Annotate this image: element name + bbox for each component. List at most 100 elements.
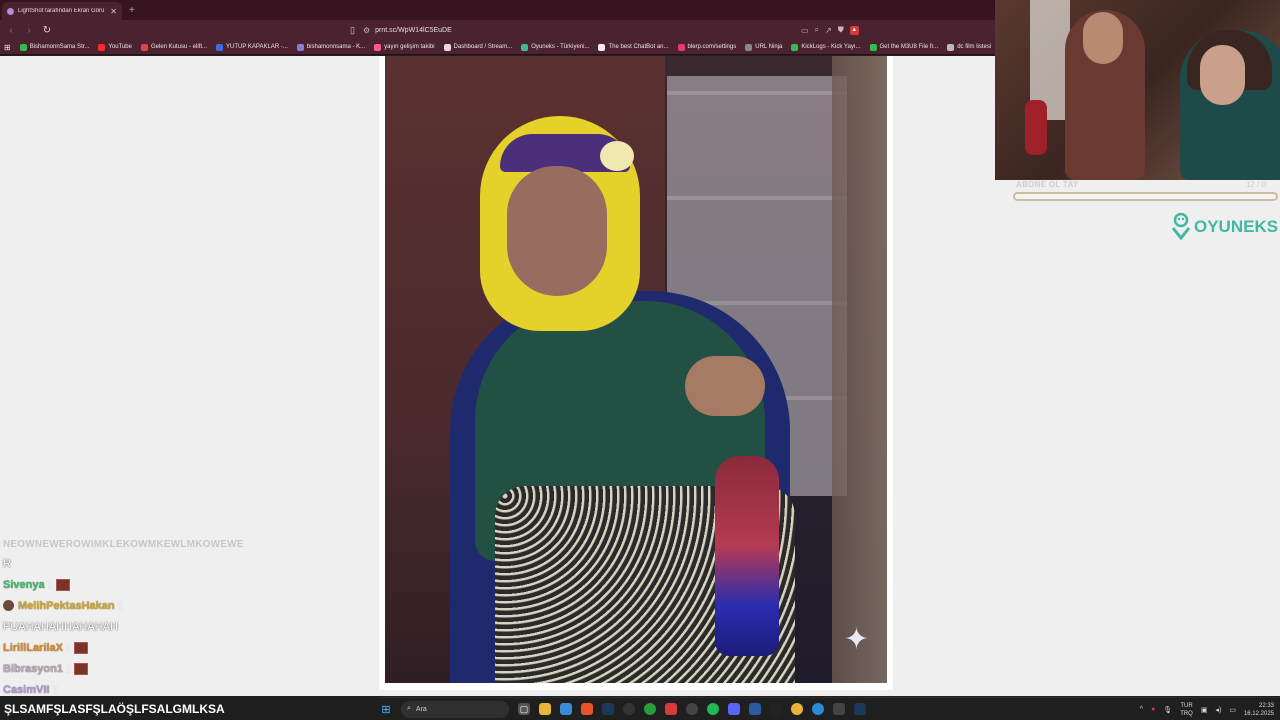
goal-count: 12 / 0 (1245, 180, 1266, 189)
bookmark-item[interactable]: Gelen Kutusu - elift... (140, 43, 207, 51)
app-red-icon[interactable] (665, 703, 677, 715)
bookmark-item[interactable]: bishamonnsama - K... (296, 43, 366, 51)
windows-start-icon[interactable]: ⊞ (380, 703, 392, 716)
volume-icon[interactable]: ◂) (1215, 706, 1221, 714)
bookmark-item[interactable]: blerp.com/settings (677, 43, 736, 51)
cast-icon[interactable]: ▭ (801, 26, 809, 35)
bookmark-favicon-icon (598, 43, 606, 51)
bookmark-item[interactable]: yayın gelişim takibi (374, 43, 435, 51)
bookmark-item[interactable]: KickLogs - Kick Yayı... (791, 43, 861, 51)
brave-browser-icon[interactable] (581, 703, 593, 715)
chat-username: LirillLarilaX (3, 641, 63, 654)
chat-message: MelihPektasHakan: (3, 595, 373, 616)
bookmark-item[interactable]: BishamonnSama Str... (19, 43, 90, 51)
extensions-area: ▭ ⌕ ↗ ⛊ ▲ (801, 25, 859, 35)
url-text: prnt.sc/WpW14lC5EuDE (375, 26, 452, 34)
bookmark-favicon-icon (791, 43, 799, 51)
chat-username: Sivenya (3, 578, 45, 591)
apps-grid-icon[interactable]: ⊞ (4, 43, 11, 52)
obs-icon[interactable] (623, 703, 635, 715)
bookmark-label: URL Ninja (755, 44, 783, 50)
tray-app-icon[interactable]: ● (1151, 706, 1155, 713)
microphone-icon[interactable]: 🎙 (1163, 706, 1172, 714)
bookmark-label: BishamonnSama Str... (29, 44, 90, 50)
network-icon[interactable]: ▣ (1201, 706, 1208, 714)
chat-message: R (3, 553, 373, 574)
store-icon[interactable] (560, 703, 572, 715)
site-settings-icon[interactable]: ⚙ (363, 26, 370, 35)
oyuneks-logo-icon (1171, 212, 1191, 241)
settings-icon[interactable] (833, 703, 845, 715)
steam-icon[interactable] (602, 703, 614, 715)
bookmark-label: KickLogs - Kick Yayı... (801, 44, 861, 50)
chat-message: Sivenya: (3, 574, 373, 595)
battery-icon[interactable]: ▭ (1229, 706, 1236, 714)
file-explorer-icon[interactable] (539, 703, 551, 715)
bookmarks-bar: ⊞ BishamonnSama Str... YouTube Gelen Kutus… (0, 40, 995, 55)
extension-badge-icon[interactable]: ▲ (849, 25, 859, 35)
chat-message-text: R (3, 557, 11, 570)
clock[interactable]: 22:33 16.12.2025 (1244, 702, 1274, 718)
chat-separator: : (66, 662, 70, 675)
bookmark-icon[interactable]: ▯ (350, 25, 355, 36)
share-icon[interactable]: ↗ (825, 26, 832, 35)
reload-icon[interactable]: ↻ (42, 25, 52, 36)
edge-icon[interactable] (812, 703, 824, 715)
chat-emote-icon (73, 641, 88, 654)
steam-2-icon[interactable] (854, 703, 866, 715)
bookmark-favicon-icon (869, 43, 877, 51)
chrome-icon[interactable] (791, 703, 803, 715)
bookmark-item[interactable]: Dashboard / Stream... (443, 43, 513, 51)
bookmark-label: dc film listesi (957, 44, 992, 50)
subscriber-goal-widget: ABONE OL TAY 12 / 0 (1010, 178, 1280, 206)
bookmark-item[interactable]: dc film listesi (947, 43, 992, 51)
bookmark-item[interactable]: URL Ninja (745, 43, 783, 51)
language-indicator[interactable]: TUR TRQ (1180, 702, 1193, 718)
chat-overlay: NEOWNEWEROWIMKLEKOWMKEWLMKOWEWE R Sivenya:… (3, 536, 373, 700)
bookmark-favicon-icon (296, 43, 304, 51)
sparkle-icon: ✦ (843, 623, 869, 656)
new-tab-icon[interactable]: + (129, 5, 135, 16)
scrolling-ticker: ŞLSAMFŞLASFŞLAÖŞLFSALGMLKSA (0, 697, 380, 720)
chat-message: LirillLarilaX: (3, 637, 373, 658)
discord-icon[interactable] (728, 703, 740, 715)
url-field[interactable]: ⚙ prnt.sc/WpW14lC5EuDE (363, 26, 793, 35)
bookmark-item[interactable]: Get the M3U8 File fr... (869, 43, 938, 51)
capcut-icon[interactable] (770, 703, 782, 715)
bookmark-item[interactable]: Oyuneks - Türkiyeni... (521, 43, 589, 51)
chat-message-text: PUAHAHAHHAHAHAH (3, 620, 118, 633)
chat-message: Bibrasyon1: (3, 658, 373, 679)
taskbar-search[interactable]: ⌕ Ara (401, 700, 509, 718)
spotify-icon[interactable] (707, 703, 719, 715)
task-view-icon[interactable]: ▢ (518, 703, 530, 715)
bookmark-label: YUTUP KAPAKLAR -... (226, 44, 288, 50)
chat-separator: : (48, 578, 52, 591)
tab-title: LightShot tarafından Ekran Görü (18, 8, 105, 14)
chat-emote-icon (73, 662, 88, 675)
chat-username: MelihPektasHakan (18, 599, 115, 612)
browser-tab-bar: LightShot tarafından Ekran Görü ✕ + (0, 0, 995, 20)
bookmark-item[interactable]: YUTUP KAPAKLAR -... (216, 43, 288, 51)
shield-icon[interactable]: ⛊ (838, 25, 844, 35)
xbox-icon[interactable] (644, 703, 656, 715)
chat-username: CasimVII (3, 683, 50, 696)
zoom-icon[interactable]: ⌕ (815, 25, 819, 35)
bookmark-label: Dashboard / Stream... (453, 44, 513, 50)
back-icon[interactable]: ‹ (6, 25, 16, 36)
bookmark-favicon-icon (98, 43, 106, 51)
bookmark-label: bishamonnsama - K... (306, 44, 366, 50)
close-tab-icon[interactable]: ✕ (110, 7, 117, 16)
bookmark-item[interactable]: The best ChatBot an... (598, 43, 669, 51)
chat-emote-icon (55, 578, 70, 591)
browser-tab[interactable]: LightShot tarafından Ekran Görü ✕ (2, 2, 122, 20)
address-bar-row: ‹ › ↻ ▯ ⚙ prnt.sc/WpW14lC5EuDE ▭ ⌕ ↗ ⛊ ▲ (0, 20, 995, 40)
bookmark-favicon-icon (745, 43, 753, 51)
forward-icon[interactable]: › (24, 25, 34, 36)
bookmark-favicon-icon (443, 43, 451, 51)
chatgpt-icon[interactable] (686, 703, 698, 715)
app-blue-icon[interactable] (749, 703, 761, 715)
chat-separator: : (118, 599, 122, 612)
tray-chevron-icon[interactable]: ^ (1140, 706, 1143, 713)
lang-layout: TRQ (1180, 710, 1193, 717)
bookmark-item[interactable]: YouTube (98, 43, 132, 51)
